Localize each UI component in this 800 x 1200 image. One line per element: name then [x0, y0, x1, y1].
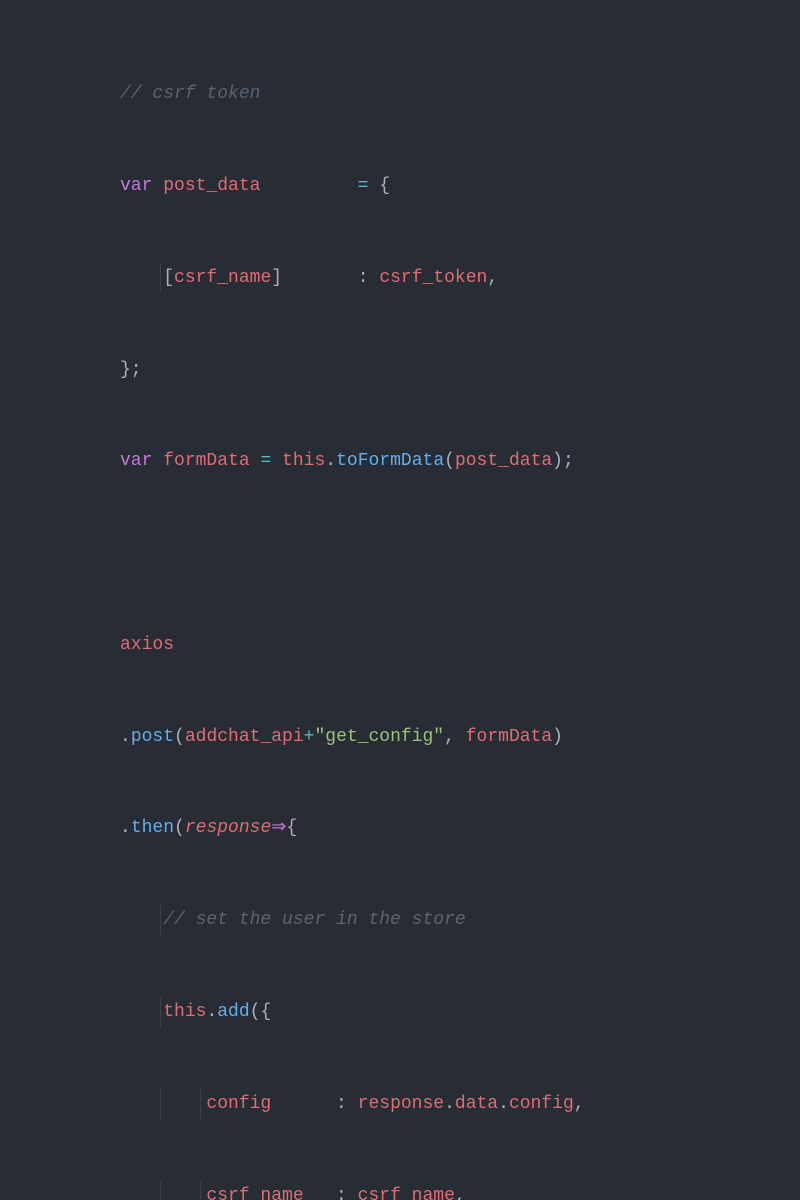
identifier: formData — [163, 451, 249, 471]
arrow: ⇒ — [271, 818, 286, 838]
dot: . — [120, 818, 131, 838]
code-line — [0, 538, 800, 569]
dot: . — [498, 1094, 509, 1114]
code-line: var formData = this.toFormData(post_data… — [0, 446, 800, 477]
code-line: }; — [0, 355, 800, 386]
operator: = — [260, 451, 271, 471]
function-call: post — [131, 727, 174, 747]
identifier: response — [358, 1094, 444, 1114]
operator: = — [358, 176, 369, 196]
this-keyword: this — [163, 1002, 206, 1022]
paren: ); — [552, 451, 574, 471]
bracket: ] — [271, 268, 282, 288]
identifier: csrf_name — [358, 1186, 455, 1200]
code-line: this.add({ — [0, 997, 800, 1028]
this-keyword: this — [282, 451, 325, 471]
comma: , — [444, 727, 455, 747]
identifier: formData — [466, 727, 552, 747]
dot: . — [325, 451, 336, 471]
keyword-var: var — [120, 451, 152, 471]
property: config — [206, 1094, 271, 1114]
code-line: // csrf token — [0, 79, 800, 110]
parameter: response — [185, 818, 271, 838]
identifier: post_data — [163, 176, 260, 196]
function-call: add — [217, 1002, 249, 1022]
paren: ) — [552, 727, 563, 747]
code-line: csrf_name : csrf_name, — [0, 1181, 800, 1200]
brace: { — [286, 818, 297, 838]
paren: ( — [174, 727, 185, 747]
operator: + — [304, 727, 315, 747]
code-line: .post(addchat_api+"get_config", formData… — [0, 722, 800, 753]
string-literal: "get_config" — [314, 727, 444, 747]
comma: , — [487, 268, 498, 288]
code-line: config : response.data.config, — [0, 1089, 800, 1120]
identifier: data — [455, 1094, 498, 1114]
identifier: post_data — [455, 451, 552, 471]
identifier: csrf_token — [379, 268, 487, 288]
identifier: addchat_api — [185, 727, 304, 747]
comment: // csrf token — [120, 84, 260, 104]
dot: . — [444, 1094, 455, 1114]
dot: . — [120, 727, 131, 747]
identifier: csrf_name — [174, 268, 271, 288]
keyword-var: var — [120, 176, 152, 196]
function-call: then — [131, 818, 174, 838]
paren: ( — [174, 818, 185, 838]
code-line: axios — [0, 630, 800, 661]
code-line: [csrf_name] : csrf_token, — [0, 263, 800, 294]
brace: }; — [120, 360, 142, 380]
comma: , — [574, 1094, 585, 1114]
paren: ( — [444, 451, 455, 471]
identifier: axios — [120, 635, 174, 655]
colon: : — [358, 268, 369, 288]
code-line: // set the user in the store — [0, 905, 800, 936]
brace: { — [379, 176, 390, 196]
comment: // set the user in the store — [163, 910, 465, 930]
colon: : — [336, 1094, 347, 1114]
paren-brace: ({ — [250, 1002, 272, 1022]
dot: . — [206, 1002, 217, 1022]
code-editor[interactable]: // csrf token var post_data = { [csrf_na… — [0, 0, 800, 1200]
identifier: config — [509, 1094, 574, 1114]
colon: : — [336, 1186, 347, 1200]
code-line: .then(response⇒{ — [0, 813, 800, 844]
property: csrf_name — [206, 1186, 303, 1200]
code-line: var post_data = { — [0, 171, 800, 202]
function-call: toFormData — [336, 451, 444, 471]
bracket: [ — [163, 268, 174, 288]
comma: , — [455, 1186, 466, 1200]
